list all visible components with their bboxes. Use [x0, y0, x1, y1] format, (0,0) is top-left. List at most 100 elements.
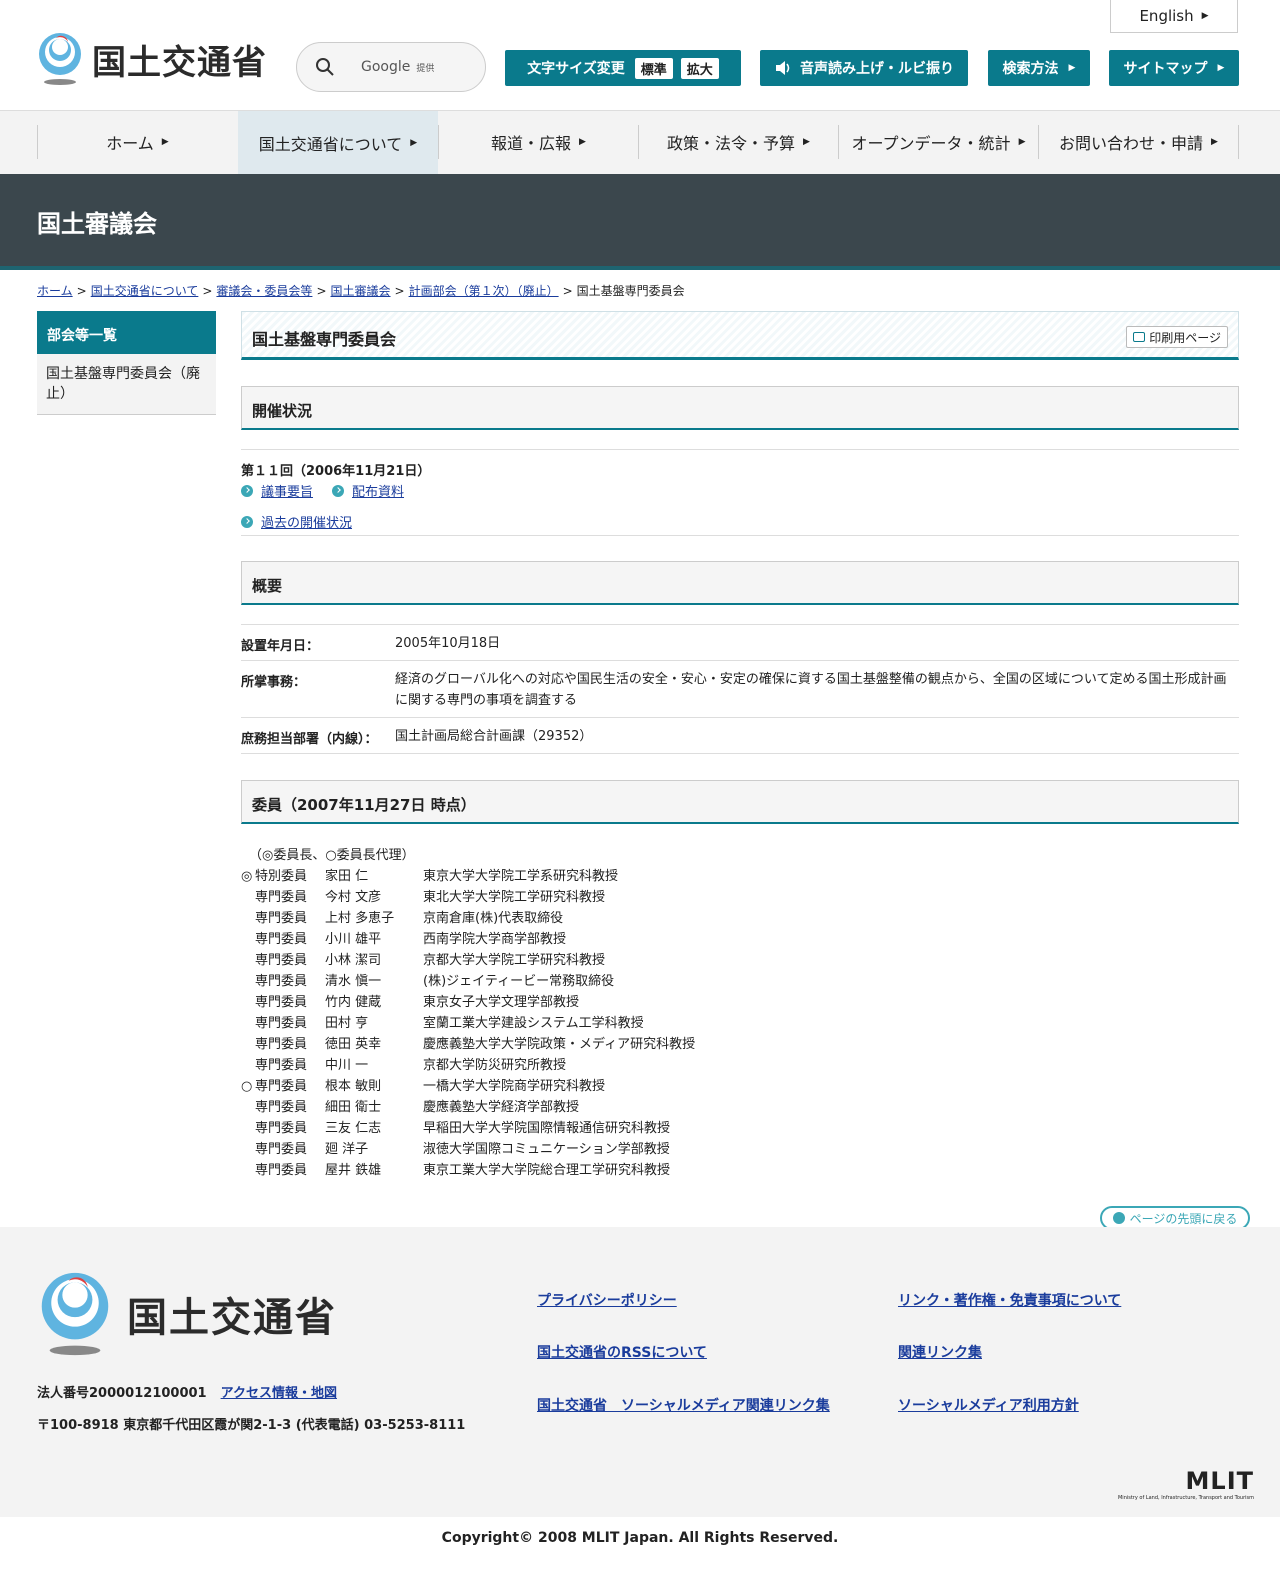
gnav-label: ホーム — [106, 134, 154, 153]
search-icon[interactable] — [315, 57, 335, 77]
site-footer: 国土交通省 法人番号2000012100001 アクセス情報・地図 〒100-89… — [0, 1227, 1280, 1517]
privacy-policy-link[interactable]: プライバシーポリシー — [537, 1290, 677, 1310]
arrow-right-icon: ▶ — [161, 137, 169, 147]
font-size-standard-button[interactable]: 標準 — [634, 57, 673, 79]
english-button[interactable]: English ▶ — [1110, 0, 1238, 33]
breadcrumb-link-council[interactable]: 国土審議会 — [331, 284, 391, 298]
related-links-link[interactable]: 関連リンク集 — [898, 1342, 982, 1362]
mlit-logo-icon — [39, 33, 81, 85]
member-role: 専門委員 — [255, 1016, 308, 1031]
gnav-item-about[interactable]: 国土交通省について ▶ — [238, 111, 438, 174]
sidebar-item-committee[interactable]: 国土基盤専門委員会（廃止） — [37, 354, 216, 415]
back-to-top-label: ページの先頭に戻る — [1129, 1211, 1238, 1226]
gnav-label: オープンデータ・統計 — [851, 134, 1011, 153]
member-mark — [241, 1055, 255, 1076]
divider — [241, 535, 1239, 536]
member-name: 上村 多恵子 — [325, 911, 395, 926]
font-size-large-button[interactable]: 拡大 — [680, 57, 719, 79]
font-size-label: 文字サイズ変更 — [527, 61, 625, 77]
member-name: 三友 仁志 — [325, 1121, 382, 1136]
footer-address: 〒100-8918 東京都千代田区霞が関2-1-3 (代表電話) 03-5253… — [37, 1418, 466, 1433]
search-input[interactable]: Google 提供 — [296, 42, 486, 92]
breadcrumb: ホーム > 国土交通省について > 審議会・委員会等 > 国土審議会 > 計画部会（第１次）（廃… — [37, 282, 685, 299]
arrow-circle-icon — [241, 484, 253, 497]
mlit-wordmark: MLIT Ministry of Land, Infrastructure, T… — [1098, 1467, 1254, 1501]
gnav-item-home[interactable]: ホーム ▶ — [37, 125, 237, 159]
member-org: 東京大学大学院工学系研究科教授 — [423, 869, 619, 884]
print-button[interactable]: 印刷用ページ — [1126, 326, 1228, 348]
minutes-link-text[interactable]: 議事要旨 — [261, 481, 313, 500]
member-role: 専門委員 — [255, 1142, 308, 1157]
members-section-heading: 委員（2007年11月27日 時点） — [241, 780, 1239, 824]
member-row: ◎ 特別委員 家田 仁 東京大学大学院工学系研究科教授 — [241, 866, 695, 887]
member-row: 専門委員 細田 衛士 慶應義塾大学経済学部教授 — [241, 1097, 695, 1118]
social-media-policy-link[interactable]: ソーシャルメディア利用方針 — [898, 1395, 1079, 1415]
section-title-band: 国土審議会 — [0, 174, 1280, 270]
overview-label: 所掌事務： — [241, 675, 307, 690]
arrow-right-icon: ▶ — [1217, 63, 1225, 73]
gnav-label: 政策・法令・予算 — [667, 134, 796, 153]
breadcrumb-link-councils[interactable]: 審議会・委員会等 — [216, 284, 312, 298]
sidebar-heading: 部会等一覧 — [37, 311, 216, 354]
member-row: 専門委員 小川 雄平 西南学院大学商学部教授 — [241, 929, 695, 950]
member-org: 京南倉庫(株)代表取締役 — [423, 911, 564, 926]
member-role: 専門委員 — [255, 932, 308, 947]
arrow-right-icon: ▶ — [1211, 137, 1218, 147]
arrow-right-icon: ▶ — [579, 137, 586, 147]
minutes-link[interactable]: 議事要旨 — [241, 481, 313, 500]
breadcrumb-link-planning[interactable]: 計画部会（第１次）（廃止） — [409, 284, 559, 298]
materials-link-text[interactable]: 配布資料 — [352, 481, 404, 500]
member-role: 専門委員 — [255, 1121, 308, 1136]
member-name: 清水 愼一 — [325, 974, 382, 989]
gnav-item-opendata[interactable]: オープンデータ・統計 ▶ — [838, 125, 1038, 159]
arrow-circle-icon — [241, 515, 253, 528]
font-size-control: 文字サイズ変更 標準 拡大 — [505, 50, 741, 86]
breadcrumb-link-about[interactable]: 国土交通省について — [91, 284, 199, 298]
member-role: 専門委員 — [255, 1058, 308, 1073]
materials-link[interactable]: 配布資料 — [332, 481, 404, 500]
member-mark: ○ — [241, 1079, 253, 1094]
arrow-right-icon: ▶ — [1018, 137, 1026, 147]
sitemap-button[interactable]: サイトマップ ▶ — [1109, 50, 1239, 86]
member-mark — [241, 1139, 255, 1160]
copyright-link[interactable]: リンク・著作権・免責事項について — [898, 1290, 1121, 1310]
breadcrumb-current: 国土基盤専門委員会 — [576, 284, 685, 298]
search-howto-label: 検索方法 — [1002, 61, 1059, 77]
members-list: （◎委員長、○委員長代理） ◎ 特別委員 家田 仁 東京大学大学院工学系研究科教授 専門… — [241, 845, 695, 1181]
gnav-item-contact[interactable]: お問い合わせ・申請 ▶ — [1038, 125, 1238, 159]
search-howto-button[interactable]: 検索方法 ▶ — [988, 50, 1090, 86]
corporate-number-text: 法人番号2000012100001 — [37, 1386, 207, 1401]
mlit-wordmark-sub: Ministry of Land, Infrastructure, Transp… — [1117, 1495, 1254, 1501]
site-logo[interactable]: 国土交通省 — [36, 32, 267, 86]
global-nav: ホーム ▶ 国土交通省について ▶ 報道・広報 ▶ 政策・法令・予算 ▶ オープンデータ… — [0, 111, 1280, 174]
overview-label: 庶務担当部署（内線）： — [241, 732, 378, 747]
arrow-right-icon: ▶ — [803, 137, 810, 147]
past-sessions-link[interactable]: 過去の開催状況 — [241, 512, 352, 531]
footer-logo[interactable]: 国土交通省 — [37, 1271, 337, 1357]
past-sessions-link-text[interactable]: 過去の開催状況 — [261, 512, 352, 531]
arrow-right-icon: ▶ — [1201, 11, 1209, 21]
gnav-item-policy[interactable]: 政策・法令・予算 ▶ — [638, 125, 838, 159]
google-label: Google — [361, 59, 411, 75]
page-title-box: 国土基盤専門委員会 印刷用ページ — [241, 311, 1239, 360]
breadcrumb-link-home[interactable]: ホーム — [37, 284, 73, 298]
social-media-links-link[interactable]: 国土交通省 ソーシャルメディア関連リンク集 — [537, 1395, 830, 1415]
breadcrumb-separator: > — [316, 284, 327, 298]
arrow-right-icon: ▶ — [1068, 63, 1076, 73]
member-row: 専門委員 清水 愼一 (株)ジェイティービー常務取締役 — [241, 971, 695, 992]
rss-link[interactable]: 国土交通省のRSSについて — [537, 1342, 707, 1362]
voice-button[interactable]: 音声読み上げ・ルビ振り — [760, 50, 968, 86]
member-org: 慶應義塾大学経済学部教授 — [423, 1100, 580, 1115]
member-mark — [241, 1160, 255, 1181]
gnav-label: お問い合わせ・申請 — [1059, 134, 1204, 153]
arrow-right-icon: ▶ — [410, 137, 418, 148]
member-org: 京都大学大学院工学研究科教授 — [423, 953, 606, 968]
gnav-item-press[interactable]: 報道・広報 ▶ — [438, 125, 638, 159]
access-link[interactable]: アクセス情報・地図 — [221, 1386, 337, 1401]
google-sub-label: 提供 — [416, 63, 435, 74]
member-org: 慶應義塾大学大学院政策・メディア研究科教授 — [423, 1037, 696, 1052]
member-role: 専門委員 — [255, 974, 308, 989]
member-name: 根本 敏則 — [325, 1079, 382, 1094]
breadcrumb-separator: > — [202, 284, 213, 298]
overview-label: 設置年月日： — [241, 639, 320, 654]
